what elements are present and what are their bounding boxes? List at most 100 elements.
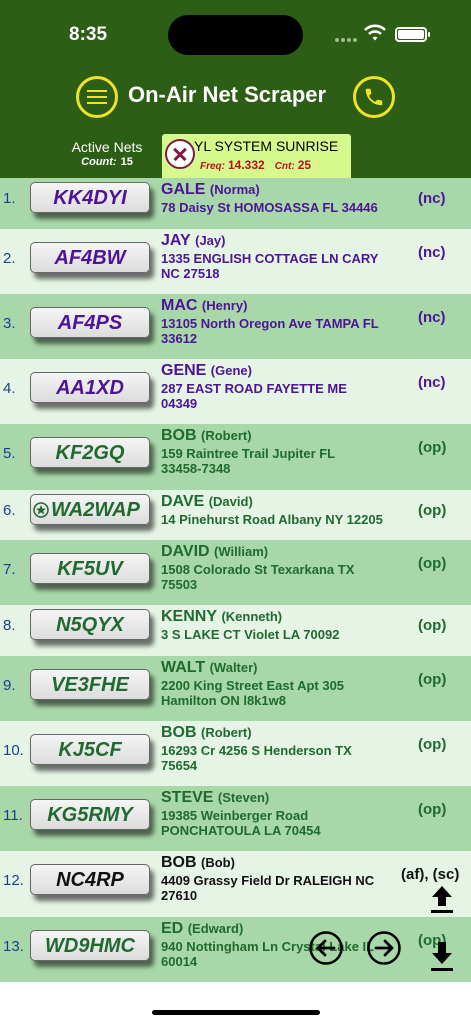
operator-name: BOB (Robert): [161, 427, 252, 445]
row-number: 9.: [3, 677, 16, 694]
row-number: 12.: [3, 872, 24, 889]
active-nets-summary: Active Nets Count: 15: [60, 139, 154, 168]
operator-address: 19385 Weinberger Road PONCHATOULA LA 7045…: [161, 808, 397, 838]
address-line-1: 159 Raintree Trail Jupiter FL: [161, 446, 336, 461]
row-number: 8.: [3, 617, 16, 634]
callsign-text: WA2WAP: [51, 499, 140, 521]
station-row[interactable]: 7. KF5UV DAVID (William) 1508 Colorado St T…: [0, 540, 471, 605]
arrow-right-circle-icon[interactable]: [366, 930, 402, 966]
callsign-text: AA1XD: [56, 377, 124, 399]
address-line-1: 19385 Weinberger Road: [161, 808, 309, 823]
callsign-button[interactable]: KF5UV: [30, 553, 150, 584]
menu-button[interactable]: [76, 76, 118, 118]
operator-address: 13105 North Oregon Ave TAMPA FL 33612: [161, 316, 397, 346]
operator-address: 4409 Grassy Field Dr RALEIGH NC 27610: [161, 873, 397, 903]
row-number: 1.: [3, 190, 16, 207]
callsign-button[interactable]: AF4BW: [30, 242, 150, 273]
callsign-button[interactable]: WA2WAP: [30, 494, 150, 525]
address-line-1: 14 Pinehurst Road Albany NY 12205: [161, 512, 383, 527]
station-status: (af), (sc): [401, 866, 460, 883]
operator-name: WALT (Walter): [161, 659, 258, 677]
operator-handle: GALE: [161, 181, 206, 198]
phone-button[interactable]: [353, 76, 395, 118]
station-row[interactable]: 3. AF4PS MAC (Henry) 13105 North Oregon Ave…: [0, 294, 471, 359]
operator-handle: BOB: [161, 427, 197, 444]
station-status: (op): [418, 502, 447, 519]
callsign-button[interactable]: WD9HMC: [30, 930, 150, 961]
station-status: (op): [418, 555, 447, 572]
cellular-signal-icon: [335, 38, 357, 42]
operator-name: GALE (Norma): [161, 181, 260, 199]
operator-full-name: (Henry): [201, 298, 248, 313]
station-row[interactable]: 8. N5QYX KENNY (Kenneth) 3 S LAKE CT Violet…: [0, 605, 471, 656]
station-row[interactable]: 2. AF4BW JAY (Jay) 1335 ENGLISH COTTAGE LN …: [0, 229, 471, 294]
callsign-text: KK4DYI: [53, 187, 127, 209]
home-indicator: [152, 1010, 320, 1015]
operator-address: 3 S LAKE CT Violet LA 70092: [161, 627, 397, 642]
station-row[interactable]: 1. KK4DYI GALE (Norma) 78 Daisy St HOMOSASS…: [0, 178, 471, 229]
net-meta: Freq: 14.332 Cnt: 25: [200, 158, 311, 172]
app-header: 8:35 On-Air Net Scraper Active Nets Coun…: [0, 0, 471, 178]
address-line-1: 16293 Cr 4256 S Henderson TX: [161, 743, 352, 758]
address-line-1: 1508 Colorado St Texarkana TX: [161, 562, 355, 577]
operator-full-name: (Robert): [201, 725, 252, 740]
callsign-text: KJ5CF: [58, 739, 122, 761]
upload-icon[interactable]: [429, 884, 455, 914]
station-row[interactable]: 10. KJ5CF BOB (Robert) 16293 Cr 4256 S Hend…: [0, 721, 471, 786]
operator-address: 159 Raintree Trail Jupiter FL 33458-7348: [161, 446, 397, 476]
cnt-value: 25: [297, 158, 312, 172]
station-row[interactable]: 5. KF2GQ BOB (Robert) 159 Raintree Trail Ju…: [0, 424, 471, 490]
callsign-button[interactable]: AA1XD: [30, 372, 150, 403]
callsign-button[interactable]: KK4DYI: [30, 182, 150, 213]
operator-address: 78 Daisy St HOMOSASSA FL 34446: [161, 200, 397, 215]
station-row[interactable]: 6. WA2WAP DAVE (David) 14 Pinehurst Road Al…: [0, 490, 471, 540]
net-tab-yl-system-sunrise[interactable]: YL SYSTEM SUNRISE Freq: 14.332 Cnt: 25: [162, 134, 351, 178]
callsign-text: VE3FHE: [51, 674, 129, 696]
row-number: 11.: [3, 807, 23, 824]
address-line-1: 3 S LAKE CT Violet LA 70092: [161, 627, 340, 642]
station-status: (op): [418, 671, 447, 688]
callsign-text: KG5RMY: [47, 804, 133, 826]
callsign-text: AF4PS: [57, 312, 123, 334]
star-badge-icon: [33, 502, 49, 518]
callsign-button[interactable]: N5QYX: [30, 609, 150, 640]
operator-handle: BOB: [161, 724, 197, 741]
operator-address: 14 Pinehurst Road Albany NY 12205: [161, 512, 397, 527]
operator-name: STEVE (Steven): [161, 789, 269, 807]
wifi-icon: [364, 24, 386, 41]
operator-handle: DAVE: [161, 493, 205, 510]
operator-handle: BOB: [161, 854, 197, 871]
callsign-button[interactable]: NC4RP: [30, 864, 150, 895]
phone-icon: [365, 88, 383, 106]
callsign-button[interactable]: KF2GQ: [30, 437, 150, 468]
row-number: 7.: [3, 561, 16, 578]
station-status: (nc): [418, 374, 446, 391]
operator-handle: DAVID: [161, 543, 210, 560]
operator-full-name: (Jay): [195, 233, 226, 248]
close-icon[interactable]: [165, 139, 195, 169]
callsign-button[interactable]: AF4PS: [30, 307, 150, 338]
callsign-text: KF2GQ: [55, 442, 125, 464]
arrow-left-circle-icon[interactable]: [308, 930, 344, 966]
station-status: (nc): [418, 309, 446, 326]
station-row[interactable]: 11. KG5RMY STEVE (Steven) 19385 Weinberger …: [0, 786, 471, 851]
callsign-button[interactable]: VE3FHE: [30, 669, 150, 700]
operator-handle: GENE: [161, 362, 207, 379]
station-row[interactable]: 12. NC4RP BOB (Bob) 4409 Grassy Field Dr RA…: [0, 851, 471, 917]
operator-full-name: (Bob): [201, 855, 235, 870]
callsign-text: AF4BW: [54, 247, 126, 269]
callsign-button[interactable]: KJ5CF: [30, 734, 150, 765]
download-icon[interactable]: [429, 940, 455, 972]
dynamic-island: [168, 15, 303, 55]
station-status: (op): [418, 617, 447, 634]
callsign-button[interactable]: KG5RMY: [30, 799, 150, 830]
row-number: 3.: [3, 315, 16, 332]
row-number: 13.: [3, 938, 24, 955]
station-status: (op): [418, 736, 447, 753]
operator-address: 287 EAST ROAD FAYETTE ME 04349: [161, 381, 397, 411]
station-row[interactable]: 9. VE3FHE WALT (Walter) 2200 King Street Ea…: [0, 656, 471, 721]
count-label: Count:: [81, 156, 117, 168]
row-number: 6.: [3, 502, 16, 519]
station-row[interactable]: 4. AA1XD GENE (Gene) 287 EAST ROAD FAYETTE …: [0, 359, 471, 424]
operator-full-name: (William): [214, 544, 269, 559]
